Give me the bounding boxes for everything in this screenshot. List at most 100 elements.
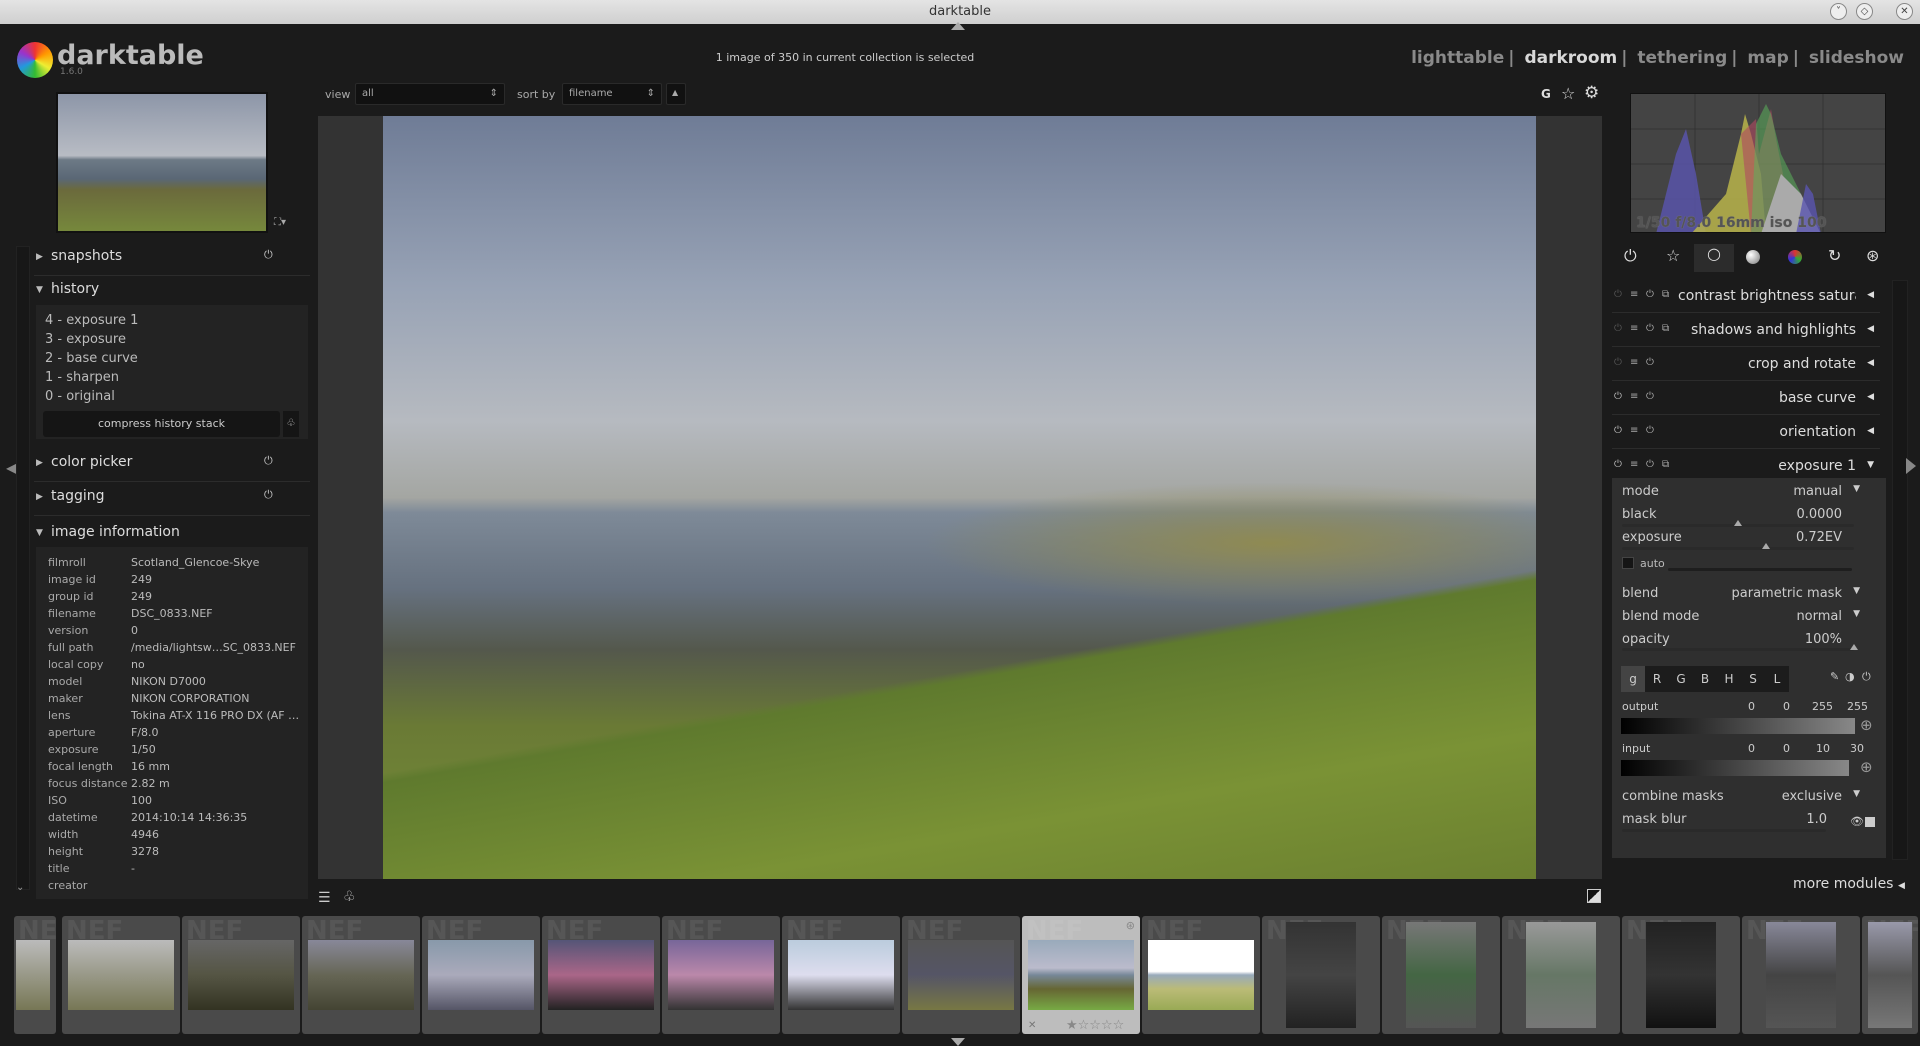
filmstrip-thumbnail[interactable]: NEF bbox=[1862, 916, 1918, 1034]
history-item[interactable]: 0 - original bbox=[45, 389, 308, 408]
reset-icon[interactable]: ⏻ bbox=[1646, 289, 1654, 300]
mode-combobox[interactable]: mode manual ▼ bbox=[1622, 484, 1870, 499]
active-modules-tab-power-icon[interactable]: ⏻ bbox=[1624, 246, 1637, 266]
filmstrip-thumbnail[interactable]: NEF bbox=[1262, 916, 1380, 1034]
right-panel-collapse-icon[interactable] bbox=[1906, 458, 1918, 474]
bottom-panel-toggle[interactable] bbox=[951, 1038, 965, 1046]
reset-icon[interactable]: ⏻ bbox=[1646, 357, 1654, 368]
filmstrip-thumbnail[interactable]: NEF bbox=[542, 916, 660, 1034]
sort-direction-button[interactable]: ▲ bbox=[666, 83, 686, 105]
more-modules-button[interactable]: more modules ◀ bbox=[1793, 876, 1905, 892]
star-overlay-icon[interactable]: ☆ bbox=[1561, 84, 1575, 103]
module-power-icon[interactable]: ⏻ bbox=[1614, 425, 1622, 436]
color-group-icon[interactable] bbox=[1788, 250, 1802, 264]
filmstrip-thumbnail[interactable]: NEF bbox=[1742, 916, 1860, 1034]
presets-menu-icon[interactable]: ≡ bbox=[1630, 425, 1638, 436]
slider-knob[interactable] bbox=[1850, 644, 1858, 650]
module-power-icon[interactable]: ⏻ bbox=[1614, 289, 1622, 300]
correction-group-icon[interactable]: ↻ bbox=[1828, 246, 1841, 265]
invert-polarity-icon[interactable]: ◑ bbox=[1845, 670, 1855, 683]
image-canvas[interactable] bbox=[318, 116, 1602, 879]
filmstrip-thumbnail[interactable]: NEF bbox=[422, 916, 540, 1034]
history-item[interactable]: 2 - base curve bbox=[45, 351, 308, 370]
show-mask-eye-icon[interactable]: 👁 bbox=[1850, 815, 1864, 828]
module-header[interactable]: ⏻ ≡ ⏻ ⧉ shadows and highlights ◀ bbox=[1612, 314, 1880, 347]
module-header[interactable]: ⏻ ≡ ⏻ crop and rotate ◀ bbox=[1612, 348, 1880, 381]
multi-instance-icon[interactable]: ⧉ bbox=[1662, 323, 1669, 334]
auto-percentile-slider[interactable] bbox=[1668, 568, 1852, 571]
module-power-icon[interactable]: ⏻ bbox=[1614, 459, 1622, 470]
scroll-down-icon[interactable]: ⌄ bbox=[16, 882, 24, 893]
sort-select[interactable]: filename ⇕ bbox=[562, 83, 662, 105]
filmstrip-thumbnail[interactable]: NEF ✕ ★☆☆☆☆ ⊛ bbox=[1022, 916, 1140, 1034]
input-gradient-slider[interactable] bbox=[1621, 760, 1849, 776]
filmstrip-thumbnail[interactable]: NEF bbox=[1502, 916, 1620, 1034]
combine-masks-combobox[interactable]: combine masks exclusive ▼ bbox=[1622, 789, 1870, 804]
multi-instance-icon[interactable]: ⧉ bbox=[1662, 459, 1669, 470]
altered-icon[interactable]: ⊛ bbox=[1126, 919, 1135, 932]
black-slider[interactable]: black 0.0000 bbox=[1622, 507, 1870, 522]
opacity-slider[interactable]: opacity 100% bbox=[1622, 632, 1870, 647]
filmstrip-thumbnail[interactable]: NEF bbox=[1382, 916, 1500, 1034]
channel-tab-L[interactable]: L bbox=[1765, 666, 1789, 692]
reset-icon[interactable]: ⏻ bbox=[264, 454, 273, 468]
history-item[interactable]: 4 - exposure 1 bbox=[45, 313, 308, 332]
blend-combobox[interactable]: blend parametric mask ▼ bbox=[1622, 586, 1870, 601]
snapshots-header[interactable]: ▶ snapshots ⏻ bbox=[34, 246, 310, 276]
exposure-slider[interactable]: exposure 0.72EV bbox=[1622, 530, 1870, 545]
filmstrip-thumbnail[interactable]: NEF bbox=[62, 916, 180, 1034]
presets-menu-icon[interactable]: ≡ bbox=[1630, 289, 1638, 300]
slider-knob[interactable] bbox=[1761, 543, 1770, 549]
reset-icon[interactable]: ⏻ bbox=[1646, 425, 1654, 436]
reject-icon[interactable]: ✕ bbox=[1028, 1020, 1036, 1031]
channel-tab-G[interactable]: G bbox=[1669, 666, 1693, 692]
create-style-icon[interactable]: ♧ bbox=[283, 411, 299, 437]
mask-blur-track[interactable] bbox=[1622, 829, 1826, 832]
presets-menu-icon[interactable]: ≡ bbox=[1630, 357, 1638, 368]
black-slider-track[interactable] bbox=[1622, 520, 1854, 527]
view-tethering[interactable]: tethering bbox=[1637, 48, 1727, 68]
filmstrip-thumbnail[interactable]: NEF bbox=[782, 916, 900, 1034]
output-gradient-slider[interactable] bbox=[1621, 718, 1855, 734]
add-crosshair-icon[interactable]: ⊕ bbox=[1860, 758, 1873, 776]
effects-group-icon[interactable]: ⊛ bbox=[1866, 246, 1879, 265]
minimize-button[interactable]: ˅ bbox=[1830, 3, 1847, 20]
maximize-button[interactable]: ◇ bbox=[1856, 3, 1873, 20]
favorites-tab-star-icon[interactable]: ☆ bbox=[1666, 246, 1680, 265]
display-mask-icon[interactable] bbox=[1865, 817, 1875, 827]
filmstrip-thumbnail[interactable]: NEF bbox=[902, 916, 1020, 1034]
filmstrip-thumbnail[interactable]: NEF bbox=[182, 916, 300, 1034]
history-item[interactable]: 1 - sharpen bbox=[45, 370, 308, 389]
mask-blur-slider[interactable]: mask blur 1.0 bbox=[1622, 812, 1827, 827]
zoom-fit-icon[interactable]: ⛶▾ bbox=[274, 217, 286, 228]
module-header[interactable]: ⏻ ≡ ⏻ base curve ◀ bbox=[1612, 382, 1880, 415]
module-power-icon[interactable]: ⏻ bbox=[1614, 323, 1622, 334]
filmstrip-thumbnail[interactable]: NEF bbox=[662, 916, 780, 1034]
tone-group-icon[interactable] bbox=[1746, 250, 1760, 264]
view-darkroom[interactable]: darkroom bbox=[1524, 48, 1617, 68]
filmstrip-thumbnail[interactable]: NEF bbox=[1142, 916, 1260, 1034]
view-slideshow[interactable]: slideshow bbox=[1809, 48, 1904, 68]
exposure-slider-track[interactable] bbox=[1622, 543, 1854, 550]
right-scrollbar[interactable] bbox=[1892, 280, 1908, 860]
quick-access-menu-icon[interactable]: ☰ bbox=[318, 890, 331, 906]
module-header[interactable]: ⏻ ≡ ⏻ orientation ◀ bbox=[1612, 416, 1880, 449]
blend-mode-combobox[interactable]: blend mode normal ▼ bbox=[1622, 609, 1870, 624]
color-picker-header[interactable]: ▶ color picker ⏻ bbox=[34, 452, 310, 482]
view-filter-select[interactable]: all ⇕ bbox=[355, 83, 505, 105]
top-panel-toggle[interactable] bbox=[951, 22, 965, 30]
opacity-slider-track[interactable] bbox=[1622, 644, 1858, 651]
module-header[interactable]: ⏻ ≡ ⏻ ⧉ contrast brightness saturation ◀ bbox=[1612, 280, 1880, 313]
add-crosshair-icon[interactable]: ⊕ bbox=[1860, 716, 1873, 734]
reset-icon[interactable]: ⏻ bbox=[1646, 323, 1654, 334]
module-power-icon[interactable]: ⏻ bbox=[1614, 391, 1622, 402]
reset-channel-icon[interactable]: ⏻ bbox=[1862, 670, 1871, 684]
reset-icon[interactable]: ⏻ bbox=[1646, 391, 1654, 402]
reset-icon[interactable]: ⏻ bbox=[264, 488, 273, 502]
filmstrip-thumbnail[interactable]: NEF bbox=[302, 916, 420, 1034]
reset-icon[interactable]: ⏻ bbox=[264, 248, 273, 262]
grouping-button[interactable]: G bbox=[1541, 87, 1551, 101]
multi-instance-icon[interactable]: ⧉ bbox=[1662, 289, 1669, 300]
presets-menu-icon[interactable]: ≡ bbox=[1630, 323, 1638, 334]
tagging-header[interactable]: ▶ tagging ⏻ bbox=[34, 486, 310, 516]
